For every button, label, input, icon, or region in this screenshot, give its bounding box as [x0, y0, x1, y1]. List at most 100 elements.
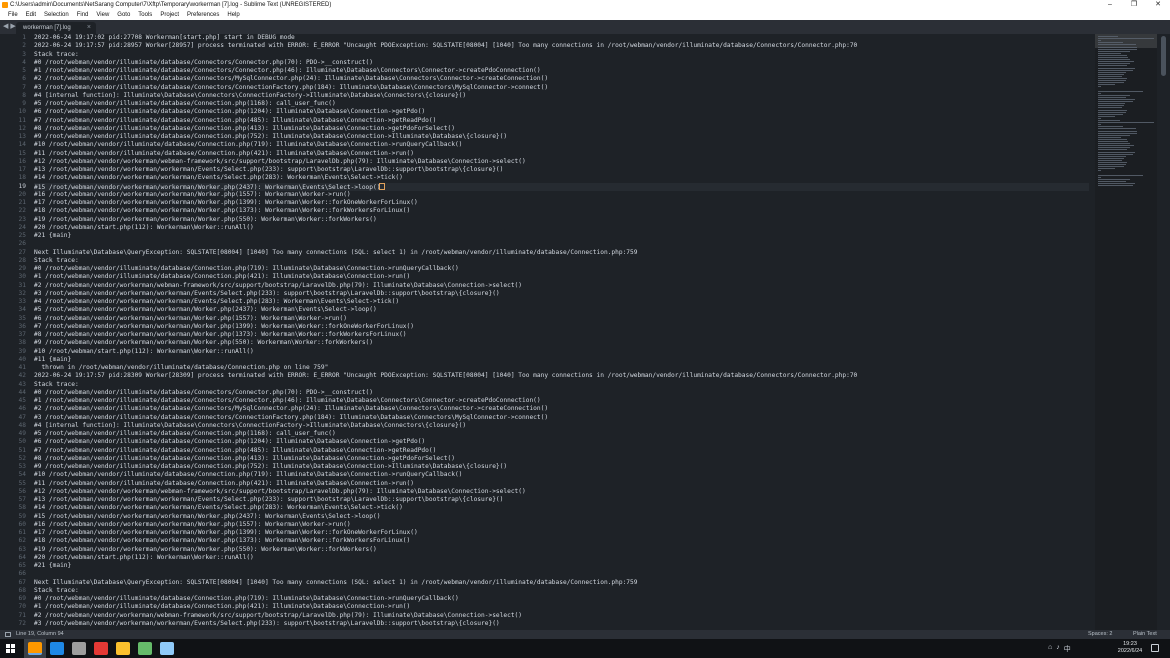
code-line[interactable]: 2022-06-24 19:17:57 pid:28309 Worker[283… [34, 372, 1089, 380]
minimap[interactable] [1095, 34, 1157, 630]
code-line[interactable]: #1 /root/webman/vendor/illuminate/databa… [34, 603, 1089, 611]
code-line[interactable]: Stack trace: [34, 257, 1089, 265]
code-line[interactable]: #13 /root/webman/vendor/workerman/worker… [34, 166, 1089, 174]
folder-icon[interactable] [138, 642, 152, 655]
code-line[interactable]: #1 /root/webman/vendor/illuminate/databa… [34, 67, 1089, 75]
minimize-button[interactable]: – [1098, 0, 1122, 10]
code-line[interactable]: Next Illuminate\Database\QueryException:… [34, 249, 1089, 257]
code-line[interactable]: #0 /root/webman/vendor/illuminate/databa… [34, 389, 1089, 397]
input-method-icon[interactable]: 中 [1064, 644, 1071, 654]
code-line[interactable]: #19 /root/webman/vendor/workerman/worker… [34, 546, 1089, 554]
code-line[interactable]: Stack trace: [34, 51, 1089, 59]
code-line[interactable]: #18 /root/webman/vendor/workerman/worker… [34, 537, 1089, 545]
code-line[interactable]: #11 /root/webman/vendor/illuminate/datab… [34, 480, 1089, 488]
code-line[interactable]: #20 /root/webman/start.php(112): Workerm… [34, 224, 1089, 232]
menu-help[interactable]: Help [223, 10, 243, 20]
indentation-setting[interactable]: Spaces: 2 [1088, 630, 1112, 639]
menu-preferences[interactable]: Preferences [183, 10, 223, 20]
code-line[interactable]: #8 /root/webman/vendor/workerman/workerm… [34, 331, 1089, 339]
network-icon[interactable]: ⌂ [1048, 644, 1052, 654]
code-line[interactable]: #16 /root/webman/vendor/workerman/worker… [34, 521, 1089, 529]
code-line[interactable]: #0 /root/webman/vendor/illuminate/databa… [34, 265, 1089, 273]
code-line[interactable]: #16 /root/webman/vendor/workerman/worker… [34, 191, 1089, 199]
code-line[interactable]: 2022-06-24 19:17:02 pid:27708 Workerman[… [34, 34, 1089, 42]
code-line[interactable]: #10 /root/webman/vendor/illuminate/datab… [34, 471, 1089, 479]
xftp-icon[interactable] [94, 642, 108, 655]
volume-icon[interactable]: ♪ [1056, 644, 1060, 654]
code-line[interactable]: #6 /root/webman/vendor/workerman/workerm… [34, 315, 1089, 323]
code-line[interactable]: #3 /root/webman/vendor/illuminate/databa… [34, 84, 1089, 92]
editor-pane[interactable]: 1 2 3 4 5 6 7 8 9 10 11 12 13 14 15 16 17 18 19 20 21 22 23 24 2… [0, 34, 1095, 630]
code-line[interactable]: #7 /root/webman/vendor/illuminate/databa… [34, 117, 1089, 125]
code-line[interactable]: #2 /root/webman/vendor/illuminate/databa… [34, 405, 1089, 413]
menu-view[interactable]: View [92, 10, 113, 20]
menu-project[interactable]: Project [156, 10, 183, 20]
code-line[interactable]: #10 /root/webman/start.php(112): Workerm… [34, 348, 1089, 356]
notepad-icon[interactable] [160, 642, 174, 655]
code-line[interactable]: #2 /root/webman/vendor/workerman/webman-… [34, 282, 1089, 290]
code-line[interactable]: #4 [internal function]: Illuminate\Datab… [34, 422, 1089, 430]
code-line[interactable] [34, 240, 1089, 248]
code-line[interactable]: 2022-06-24 19:17:57 pid:28957 Worker[289… [34, 42, 1089, 50]
scrollbar-thumb[interactable] [1161, 36, 1166, 76]
code-line[interactable]: Stack trace: [34, 381, 1089, 389]
code-line[interactable]: #9 /root/webman/vendor/illuminate/databa… [34, 463, 1089, 471]
windows-start-icon[interactable] [6, 644, 15, 653]
xshell-icon[interactable] [50, 642, 64, 655]
code-line[interactable]: #12 /root/webman/vendor/workerman/webman… [34, 488, 1089, 496]
code-line[interactable]: #11 /root/webman/vendor/illuminate/datab… [34, 150, 1089, 158]
code-line[interactable]: #14 /root/webman/vendor/workerman/worker… [34, 174, 1089, 182]
tab-nav-arrows-icon[interactable]: ◀ ▶ [3, 22, 16, 30]
code-line[interactable]: #4 [internal function]: Illuminate\Datab… [34, 92, 1089, 100]
code-line[interactable]: #5 /root/webman/vendor/illuminate/databa… [34, 100, 1089, 108]
panel-toggle-icon[interactable] [5, 632, 11, 637]
code-line[interactable]: Stack trace: [34, 587, 1089, 595]
code-line[interactable]: #15 /root/webman/vendor/workerman/worker… [34, 513, 1089, 521]
code-line[interactable]: #15 /root/webman/vendor/workerman/worker… [34, 182, 1089, 191]
menu-selection[interactable]: Selection [40, 10, 73, 20]
maximize-button[interactable]: ❐ [1122, 0, 1146, 10]
code-line[interactable]: #5 /root/webman/vendor/illuminate/databa… [34, 430, 1089, 438]
code-area[interactable]: 2022-06-24 19:17:02 pid:27708 Workerman[… [34, 34, 1089, 630]
code-line[interactable]: #21 {main} [34, 562, 1089, 570]
code-line[interactable]: #2 /root/webman/vendor/workerman/webman-… [34, 612, 1089, 620]
code-line[interactable]: #17 /root/webman/vendor/workerman/worker… [34, 529, 1089, 537]
code-line[interactable]: #7 /root/webman/vendor/workerman/workerm… [34, 323, 1089, 331]
code-line[interactable]: #8 /root/webman/vendor/illuminate/databa… [34, 455, 1089, 463]
menu-find[interactable]: Find [73, 10, 93, 20]
code-line[interactable]: #3 /root/webman/vendor/illuminate/databa… [34, 414, 1089, 422]
code-line[interactable]: #9 /root/webman/vendor/illuminate/databa… [34, 133, 1089, 141]
code-line[interactable]: #5 /root/webman/vendor/workerman/workerm… [34, 306, 1089, 314]
code-line[interactable]: #13 /root/webman/vendor/workerman/worker… [34, 496, 1089, 504]
code-line[interactable]: #21 {main} [34, 232, 1089, 240]
tab-workerman-log[interactable]: workerman [7].log × [16, 22, 96, 34]
app-icon[interactable] [72, 642, 86, 655]
code-line[interactable]: #10 /root/webman/vendor/illuminate/datab… [34, 141, 1089, 149]
sublime-text-icon[interactable] [28, 642, 42, 655]
menu-tools[interactable]: Tools [134, 10, 156, 20]
code-line[interactable]: #12 /root/webman/vendor/workerman/webman… [34, 158, 1089, 166]
code-line[interactable]: #19 /root/webman/vendor/workerman/worker… [34, 216, 1089, 224]
code-line[interactable] [34, 570, 1089, 578]
code-line[interactable]: #11 {main} [34, 356, 1089, 364]
menu-file[interactable]: File [4, 10, 22, 20]
code-line[interactable]: #1 /root/webman/vendor/illuminate/databa… [34, 397, 1089, 405]
code-line[interactable]: #3 /root/webman/vendor/workerman/workerm… [34, 290, 1089, 298]
code-line[interactable]: #3 /root/webman/vendor/workerman/workerm… [34, 620, 1089, 628]
code-line[interactable]: #1 /root/webman/vendor/illuminate/databa… [34, 273, 1089, 281]
menu-goto[interactable]: Goto [113, 10, 134, 20]
code-line[interactable]: #2 /root/webman/vendor/illuminate/databa… [34, 75, 1089, 83]
code-line[interactable]: #9 /root/webman/vendor/workerman/workerm… [34, 339, 1089, 347]
code-line[interactable]: #0 /root/webman/vendor/illuminate/databa… [34, 59, 1089, 67]
code-line[interactable]: #0 /root/webman/vendor/illuminate/databa… [34, 595, 1089, 603]
code-line[interactable]: #20 /root/webman/start.php(112): Workerm… [34, 554, 1089, 562]
tab-close-icon[interactable]: × [87, 22, 91, 34]
chrome-icon[interactable] [116, 642, 130, 655]
code-line[interactable]: #6 /root/webman/vendor/illuminate/databa… [34, 438, 1089, 446]
notification-icon[interactable] [1151, 644, 1159, 652]
code-line[interactable]: Next Illuminate\Database\QueryException:… [34, 579, 1089, 587]
system-tray[interactable]: ⌂ ♪ 中 [1048, 644, 1071, 654]
code-line[interactable]: #18 /root/webman/vendor/workerman/worker… [34, 207, 1089, 215]
syntax-selector[interactable]: Plain Text [1133, 630, 1157, 639]
cursor-position[interactable]: Line 19, Column 94 [16, 630, 64, 639]
